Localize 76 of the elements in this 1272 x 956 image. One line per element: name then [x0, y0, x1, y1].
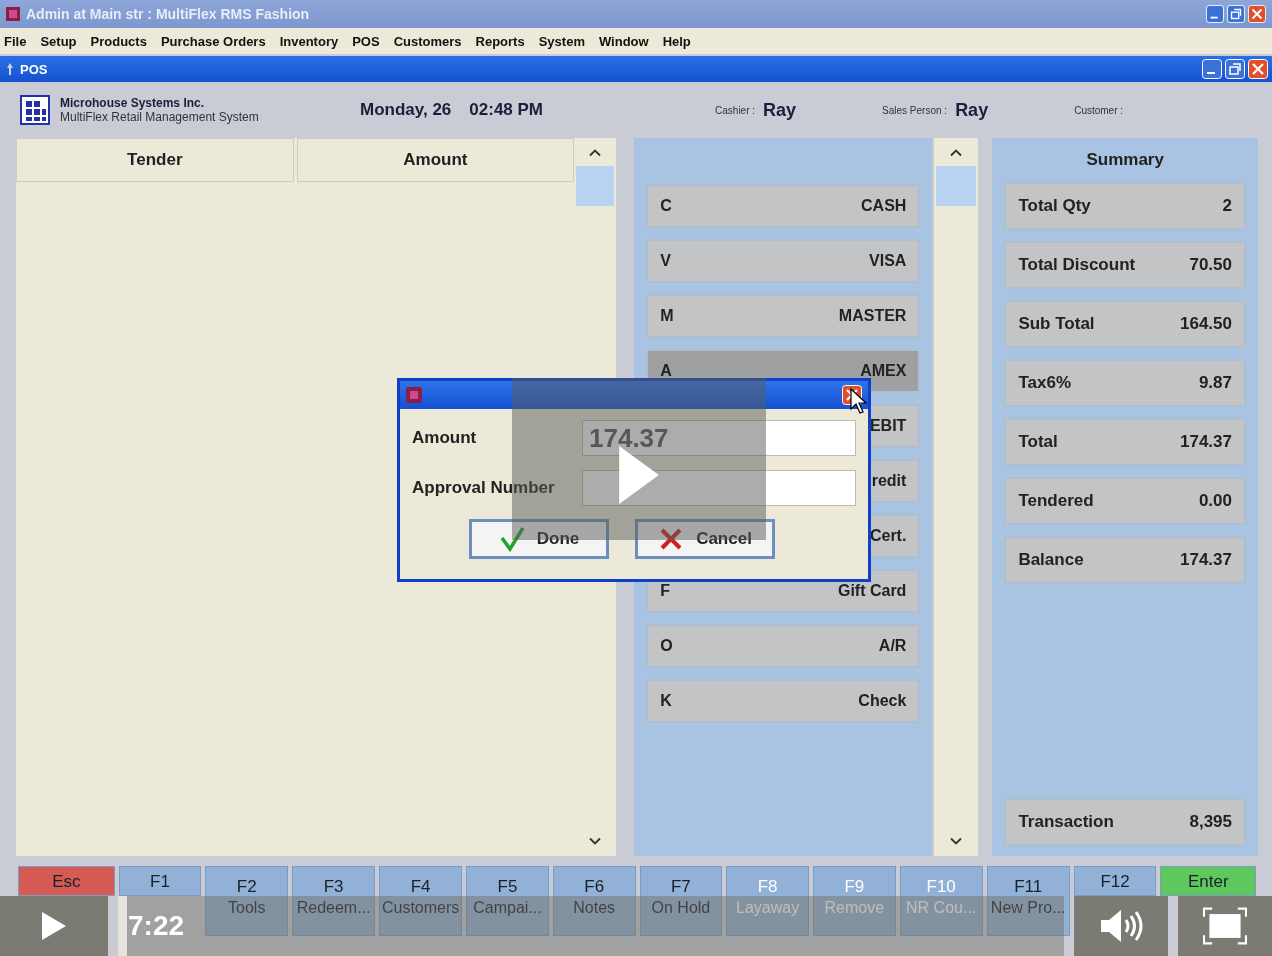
function-key[interactable]: F3 Redeem... — [292, 866, 376, 936]
summary-label: Total Discount — [1018, 255, 1136, 275]
summary-value: 164.50 — [1180, 314, 1232, 334]
summary-label: Total — [1018, 432, 1058, 452]
amount-label: Amount — [412, 428, 478, 448]
date-label: Monday, 26 — [360, 100, 452, 120]
column-header[interactable]: Amount — [296, 138, 575, 182]
window-title: Admin at Main str : MultiFlex RMS Fashion — [26, 6, 311, 22]
play-icon — [619, 446, 659, 504]
summary-label: Tendered — [1018, 491, 1094, 511]
check-icon — [498, 526, 525, 552]
menu-item[interactable]: Setup — [40, 33, 77, 49]
child-window-title: POS — [20, 61, 49, 77]
menu-item[interactable]: Window — [598, 33, 649, 49]
restore-icon[interactable] — [1225, 59, 1245, 79]
menu-item[interactable]: Reports — [475, 33, 525, 49]
summary-value: 70.50 — [1189, 255, 1232, 275]
summary-value: 8,395 — [1189, 812, 1232, 832]
tender-button[interactable]: M MASTER — [646, 294, 921, 338]
function-key[interactable]: Esc — [18, 866, 115, 896]
tender-button[interactable]: K Check — [646, 679, 921, 723]
product-name: MultiFlex Retail Management System — [60, 110, 260, 124]
function-key[interactable]: F1 — [118, 866, 202, 896]
summary-label: Total Qty — [1018, 196, 1091, 216]
menu-item[interactable]: File — [4, 33, 27, 49]
function-key[interactable]: F2 Tools — [205, 866, 289, 936]
summary-label: Sub Total — [1018, 314, 1095, 334]
restore-icon[interactable] — [1227, 5, 1245, 23]
scroll-thumb[interactable] — [576, 166, 615, 206]
scroll-thumb[interactable] — [936, 166, 977, 206]
summary-value: 2 — [1222, 196, 1232, 216]
company-name: Microhouse Systems Inc. — [60, 96, 206, 110]
summary-label: Balance — [1018, 550, 1084, 570]
menu-item[interactable]: Customers — [393, 33, 462, 49]
column-header[interactable]: Tender — [16, 138, 294, 182]
play-button[interactable] — [0, 896, 108, 956]
menu-item[interactable]: System — [538, 33, 585, 49]
time-label: 02:48 PM — [469, 100, 544, 120]
fullscreen-icon — [1203, 906, 1247, 946]
cashier-name: Ray — [763, 99, 797, 121]
summary-value: 174.37 — [1180, 550, 1232, 570]
minimize-icon[interactable] — [1206, 5, 1224, 23]
volume-button[interactable] — [1074, 896, 1168, 956]
summary-value: 174.37 — [1180, 432, 1232, 452]
menu-item[interactable]: Purchase Orders — [160, 33, 266, 49]
menu-item[interactable]: POS — [352, 33, 380, 49]
tender-button[interactable]: O A/R — [646, 624, 921, 668]
app-icon — [406, 387, 422, 403]
mouse-cursor-icon — [850, 388, 868, 414]
tender-button[interactable]: V VISA — [646, 239, 921, 283]
play-icon — [42, 912, 66, 940]
minimize-icon[interactable] — [1202, 59, 1222, 79]
summary-title: Summary — [1085, 150, 1165, 170]
sales-person-name: Ray — [955, 99, 989, 121]
app-icon — [6, 7, 20, 21]
menu-item[interactable]: Products — [90, 33, 147, 49]
summary-label: Transaction — [1018, 812, 1114, 832]
function-key[interactable]: Enter — [1160, 866, 1257, 896]
cashier-label: Cashier : — [715, 104, 756, 116]
fullscreen-button[interactable] — [1178, 896, 1272, 956]
function-key[interactable]: F11 New Pro... — [986, 866, 1070, 936]
sales-person-label: Sales Person : — [882, 104, 948, 116]
grid-logo-icon — [20, 95, 50, 125]
function-key[interactable]: F4 Customers — [379, 866, 463, 936]
function-key[interactable]: F5 Campai... — [466, 866, 549, 936]
tender-button[interactable]: C CASH — [646, 184, 921, 228]
summary-value: 0.00 — [1198, 491, 1232, 511]
menu-item[interactable]: Inventory — [279, 33, 339, 49]
customer-label: Customer : — [1074, 104, 1124, 116]
summary-value: 9.87 — [1198, 373, 1232, 393]
function-key[interactable]: F12 — [1073, 866, 1157, 896]
menu-item[interactable]: Help — [662, 33, 691, 49]
function-key[interactable]: F6 Notes — [552, 866, 636, 936]
summary-label: Tax6% — [1018, 373, 1071, 393]
function-key[interactable]: F7 On Hold — [639, 866, 723, 936]
video-time: 7:22 — [128, 910, 185, 942]
